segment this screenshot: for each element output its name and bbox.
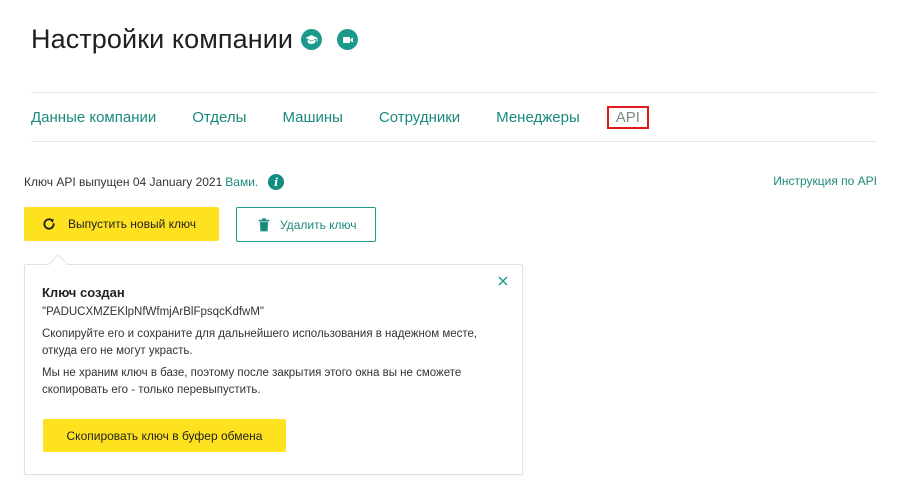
copy-advice-text: Скопируйте его и сохраните для дальнейше… xyxy=(42,328,478,357)
tabs-bottom-divider xyxy=(31,141,877,142)
popover-title: Ключ создан xyxy=(42,285,125,300)
popover-arrow xyxy=(48,254,68,274)
page-title: Настройки компании xyxy=(31,24,294,54)
refresh-icon xyxy=(42,217,56,231)
tab-company-data[interactable]: Данные компании xyxy=(31,109,156,126)
tab-managers[interactable]: Менеджеры xyxy=(496,109,580,126)
tab-departments[interactable]: Отделы xyxy=(192,109,246,126)
tab-api[interactable]: API xyxy=(606,106,649,129)
delete-key-label: Удалить ключ xyxy=(280,217,357,232)
api-docs-link[interactable]: Инструкция по API xyxy=(773,174,877,188)
issue-new-key-button[interactable]: Выпустить новый ключ xyxy=(24,207,219,241)
tab-employees[interactable]: Сотрудники xyxy=(379,109,460,126)
trash-icon xyxy=(258,217,270,232)
tabs-top-divider xyxy=(31,92,877,93)
key-created-popover: Ключ создан "PADUCXMZEKlpNfWfmjArBlFpsqc… xyxy=(24,254,523,475)
issuer-link[interactable]: Вами. xyxy=(225,175,258,189)
copy-key-button[interactable]: Скопировать ключ в буфер обмена xyxy=(43,419,286,452)
settings-tabs: Данные компании Отделы Машины Сотрудники… xyxy=(31,106,685,129)
close-icon[interactable] xyxy=(496,274,510,288)
page-header: Настройки компании xyxy=(31,24,359,55)
delete-key-button[interactable]: Удалить ключ xyxy=(236,207,376,242)
storage-warning-text: Мы не храним ключ в базе, поэтому после … xyxy=(42,367,462,396)
tab-vehicles[interactable]: Машины xyxy=(282,109,342,126)
issue-new-key-label: Выпустить новый ключ xyxy=(68,217,196,231)
info-icon[interactable]: i xyxy=(268,174,285,190)
graduation-cap-icon[interactable] xyxy=(301,29,323,50)
api-key-issued-info: Ключ API выпущен 04 January 2021 Вами. i xyxy=(24,174,285,190)
video-camera-icon[interactable] xyxy=(337,29,359,50)
api-key-value: "PADUCXMZEKlpNfWfmjArBlFpsqcKdfwM" xyxy=(42,306,265,318)
api-key-issued-text: Ключ API выпущен 04 January 2021 xyxy=(24,175,223,189)
